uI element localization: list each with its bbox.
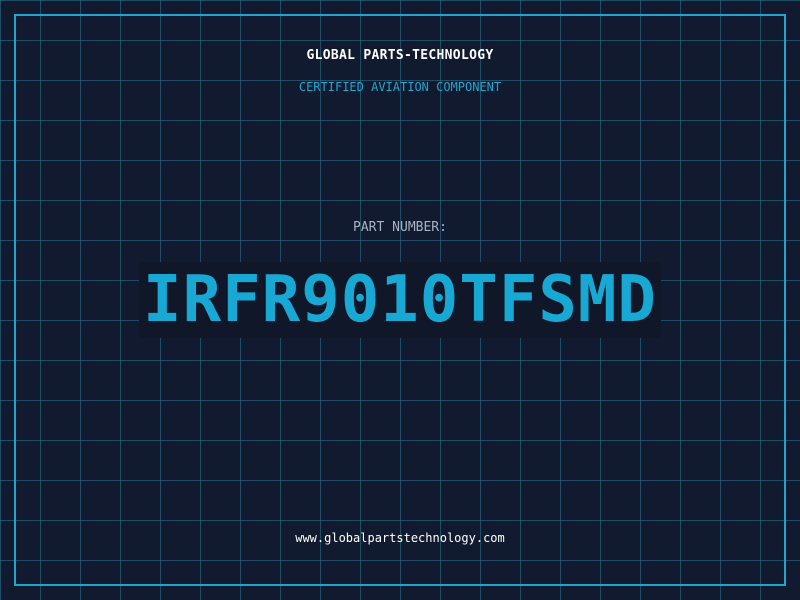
part-number-label: PART NUMBER:: [353, 220, 447, 235]
part-number-container: IRFR9010TFSMD: [0, 262, 800, 338]
website-url: www.globalpartstechnology.com: [295, 531, 505, 545]
company-name: GLOBAL PARTS-TECHNOLOGY: [306, 48, 494, 63]
certification-tagline: CERTIFIED AVIATION COMPONENT: [298, 80, 502, 94]
part-number-value: IRFR9010TFSMD: [139, 262, 661, 338]
